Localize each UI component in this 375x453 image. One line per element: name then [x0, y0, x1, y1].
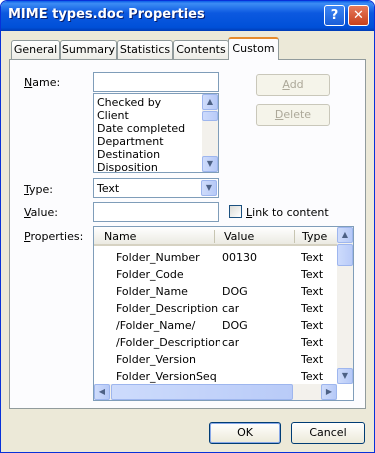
cancel-button[interactable]: Cancel	[291, 422, 365, 444]
window-title: MIME types.doc Properties	[8, 7, 205, 22]
scroll-thumb[interactable]	[111, 384, 293, 400]
title-bar[interactable]: MIME types.doc Properties ? ✕	[1, 1, 374, 31]
column-header-value[interactable]: Value	[224, 230, 254, 243]
add-button[interactable]: Add	[256, 74, 330, 96]
value-label: Value:	[24, 206, 58, 219]
tab-statistics[interactable]: Statistics	[117, 40, 173, 60]
chevron-down-icon[interactable]: ▼	[201, 180, 217, 196]
scroll-up-icon[interactable]: ▲	[202, 94, 218, 110]
column-header-name[interactable]: Name	[104, 230, 136, 243]
name-label: Name:	[24, 76, 61, 89]
list-header: Name Value Type	[94, 227, 337, 246]
link-to-content-checkbox[interactable]	[229, 205, 242, 218]
custom-tab-panel: Name: Checked by Client Date completed D…	[9, 59, 366, 409]
value-field[interactable]	[93, 202, 219, 222]
name-field[interactable]	[93, 72, 219, 92]
scroll-down-icon[interactable]: ▼	[337, 368, 353, 384]
type-selected-value: Text	[97, 182, 120, 195]
tab-general[interactable]: General	[11, 40, 60, 60]
help-button[interactable]: ?	[324, 5, 345, 26]
type-label: Type:	[24, 183, 53, 196]
list-item[interactable]: Department	[97, 135, 164, 148]
link-to-content-label: Link to content	[246, 206, 329, 219]
list-item[interactable]: Destination	[97, 148, 160, 161]
close-button[interactable]: ✕	[348, 5, 369, 26]
scroll-left-icon[interactable]: ◀	[94, 384, 110, 400]
type-select[interactable]: Text ▼	[93, 178, 219, 198]
properties-horizontal-scrollbar[interactable]: ◀ ▶	[94, 384, 337, 400]
list-item[interactable]: Disposition	[97, 161, 158, 172]
name-options-list[interactable]: Checked by Client Date completed Departm…	[93, 93, 219, 173]
delete-button[interactable]: Delete	[256, 104, 330, 126]
list-item[interactable]: Checked by	[97, 96, 161, 109]
scroll-down-icon[interactable]: ▼	[202, 156, 218, 172]
scroll-thumb[interactable]	[202, 111, 218, 121]
list-item[interactable]: Client	[97, 109, 129, 122]
tab-custom[interactable]: Custom	[228, 37, 279, 60]
properties-list-view[interactable]: Name Value Type Folder_Number 00130 Text…	[93, 226, 354, 401]
scroll-right-icon[interactable]: ▶	[321, 384, 337, 400]
column-header-type[interactable]: Type	[302, 230, 327, 243]
tab-contents[interactable]: Contents	[173, 40, 229, 60]
properties-vertical-scrollbar[interactable]: ▲ ▼	[337, 227, 353, 384]
close-icon: ✕	[353, 8, 364, 23]
ok-button[interactable]: OK	[209, 422, 281, 444]
properties-dialog: MIME types.doc Properties ? ✕ General Su…	[0, 0, 375, 453]
tab-summary[interactable]: Summary	[60, 40, 117, 60]
properties-label: Properties:	[24, 230, 84, 243]
scroll-thumb[interactable]	[337, 244, 353, 266]
name-list-scrollbar[interactable]: ▲ ▼	[202, 94, 218, 172]
scroll-up-icon[interactable]: ▲	[337, 227, 353, 243]
list-item[interactable]: Date completed	[97, 122, 185, 135]
